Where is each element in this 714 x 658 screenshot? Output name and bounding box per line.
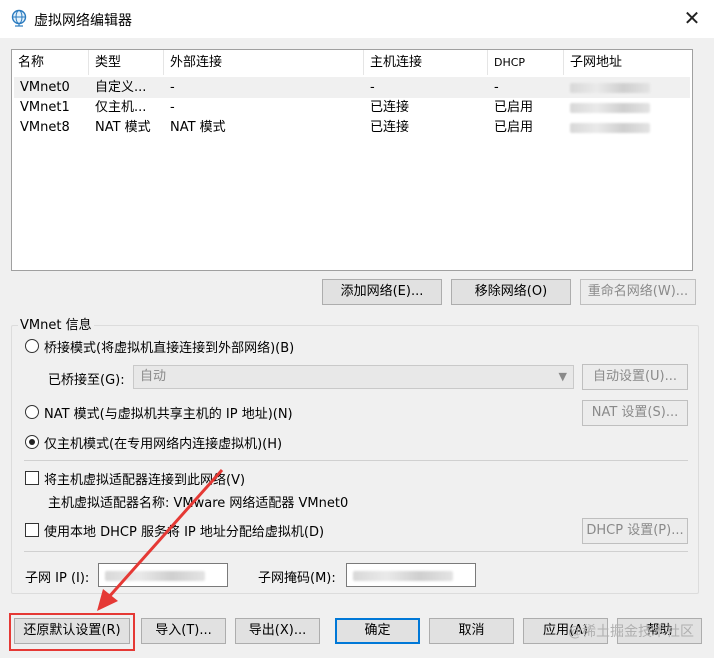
cell-type: NAT 模式 (95, 120, 151, 135)
title-bar: 虚拟网络编辑器 ✕ (0, 0, 714, 38)
subnet-ip-label: 子网 IP (I): (25, 571, 90, 586)
cell-external: - (170, 80, 175, 95)
bridged-mode-radio[interactable] (25, 339, 39, 353)
cell-host: 已连接 (370, 100, 410, 115)
cell-name: VMnet0 (20, 80, 70, 95)
export-button[interactable]: 导出(X)... (235, 618, 320, 644)
cell-type: 仅主机... (95, 100, 147, 115)
close-icon[interactable]: ✕ (680, 6, 704, 30)
watermark: @稀土掘金技术社区 (568, 624, 694, 640)
window-title: 虚拟网络编辑器 (34, 13, 132, 29)
connect-adapter-checkbox[interactable] (25, 471, 39, 485)
vmnet-info-label: VMnet 信息 (18, 314, 94, 333)
network-globe-icon (11, 9, 27, 27)
subnet-redacted (570, 123, 650, 133)
cell-type: 自定义... (95, 80, 147, 95)
cell-host: 已连接 (370, 120, 410, 135)
column-header-subnet[interactable]: 子网地址 (564, 50, 688, 75)
chevron-down-icon: ▼ (558, 370, 567, 383)
host-only-mode-label[interactable]: 仅主机模式(在专用网络内连接虚拟机)(H) (44, 433, 282, 452)
divider (24, 460, 688, 461)
subnet-mask-redacted (353, 571, 453, 581)
cell-name: VMnet8 (20, 120, 70, 135)
subnet-mask-label: 子网掩码(M): (258, 571, 336, 586)
column-header-dhcp[interactable]: DHCP (488, 50, 564, 75)
use-dhcp-label[interactable]: 使用本地 DHCP 服务将 IP 地址分配给虚拟机(D) (44, 521, 324, 540)
highlight-box (9, 613, 135, 651)
subnet-mask-input[interactable] (346, 563, 476, 587)
cell-dhcp: - (494, 80, 499, 95)
column-header-external[interactable]: 外部连接 (164, 50, 364, 75)
subnet-ip-redacted (105, 571, 205, 581)
cell-dhcp: 已启用 (494, 120, 534, 135)
table-row[interactable]: VMnet0 自定义... - - - (14, 77, 690, 98)
adapter-name-text: 主机虚拟适配器名称: VMware 网络适配器 VMnet0 (48, 496, 349, 511)
remove-network-button[interactable]: 移除网络(O) (451, 279, 571, 305)
auto-settings-button[interactable]: 自动设置(U)... (582, 364, 688, 390)
cell-dhcp: 已启用 (494, 100, 534, 115)
cell-external: - (170, 100, 175, 115)
ok-button[interactable]: 确定 (335, 618, 420, 644)
host-only-mode-radio[interactable] (25, 435, 39, 449)
nat-settings-button[interactable]: NAT 设置(S)... (582, 400, 688, 426)
subnet-ip-input[interactable] (98, 563, 228, 587)
bridged-mode-label[interactable]: 桥接模式(将虚拟机直接连接到外部网络)(B) (44, 337, 294, 356)
nat-mode-label[interactable]: NAT 模式(与虚拟机共享主机的 IP 地址)(N) (44, 403, 293, 422)
cell-external: NAT 模式 (170, 120, 226, 135)
use-dhcp-checkbox[interactable] (25, 523, 39, 537)
bridged-to-select[interactable]: 自动 ▼ (133, 365, 574, 389)
table-row[interactable]: VMnet1 仅主机... - 已连接 已启用 (14, 97, 690, 118)
column-header-name[interactable]: 名称 (12, 50, 89, 75)
network-list[interactable]: 名称 类型 外部连接 主机连接 DHCP 子网地址 VMnet0 自定义... … (11, 49, 693, 271)
rename-network-button[interactable]: 重命名网络(W)... (580, 279, 696, 305)
column-header-host[interactable]: 主机连接 (364, 50, 488, 75)
column-header-type[interactable]: 类型 (89, 50, 164, 75)
subnet-redacted (570, 103, 650, 113)
divider (24, 551, 688, 552)
cell-host: - (370, 80, 375, 95)
subnet-redacted (570, 83, 650, 93)
bridged-to-label: 已桥接至(G): (48, 373, 125, 388)
nat-mode-radio[interactable] (25, 405, 39, 419)
table-row[interactable]: VMnet8 NAT 模式 NAT 模式 已连接 已启用 (14, 117, 690, 138)
add-network-button[interactable]: 添加网络(E)... (322, 279, 442, 305)
dhcp-settings-button[interactable]: DHCP 设置(P)... (582, 518, 688, 544)
import-button[interactable]: 导入(T)... (141, 618, 226, 644)
cell-name: VMnet1 (20, 100, 70, 115)
bridged-to-value: 自动 (140, 369, 167, 384)
cancel-button[interactable]: 取消 (429, 618, 514, 644)
connect-adapter-label[interactable]: 将主机虚拟适配器连接到此网络(V) (44, 469, 245, 488)
